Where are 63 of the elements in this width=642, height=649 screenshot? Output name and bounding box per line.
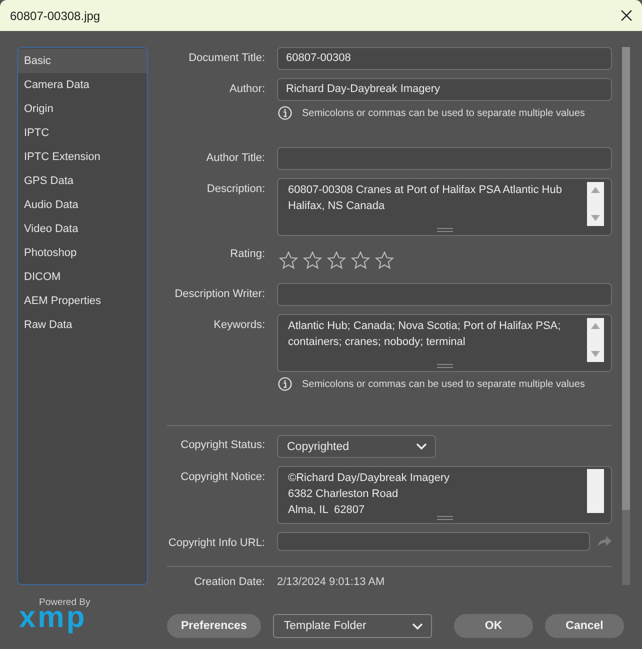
dialog-button[interactable]: Preferences bbox=[167, 614, 261, 638]
text-area[interactable]: 60807-00308 Cranes at Port of Halifax PSA Atlantic Hub Halifax, NS Canada bbox=[277, 178, 612, 236]
star-icon[interactable] bbox=[351, 251, 370, 270]
text-field[interactable] bbox=[277, 283, 612, 306]
sidebar-item[interactable]: IPTC bbox=[18, 121, 147, 145]
field-label: Author Title: bbox=[205, 151, 265, 165]
field-label: Copyright Status: bbox=[180, 438, 265, 452]
chevron-down-icon bbox=[412, 622, 423, 630]
dropdown[interactable]: Copyrighted bbox=[277, 435, 436, 458]
field-label: Author: bbox=[228, 82, 265, 96]
window-title: 60807-00308.jpg bbox=[10, 8, 100, 22]
date-value: 2/13/2024 9:01:13 AM bbox=[277, 575, 385, 589]
sidebar-item[interactable]: Video Data bbox=[18, 217, 147, 241]
sidebar-item[interactable]: GPS Data bbox=[18, 169, 147, 193]
chevron-down-icon bbox=[416, 443, 427, 450]
field-label: Description Writer: bbox=[174, 287, 265, 301]
resize-grip-icon[interactable] bbox=[436, 516, 452, 520]
up-triangle-icon[interactable] bbox=[591, 323, 600, 329]
sidebar-item[interactable]: IPTC Extension bbox=[18, 145, 147, 169]
down-triangle-icon[interactable] bbox=[591, 215, 600, 221]
resize-grip-icon[interactable] bbox=[436, 364, 452, 368]
powered-by-caption: Powered By bbox=[39, 597, 90, 609]
field-label: Copyright Info URL: bbox=[167, 536, 265, 550]
field-label: Copyright Notice: bbox=[180, 470, 265, 484]
info-icon bbox=[278, 377, 292, 391]
info-icon bbox=[278, 106, 292, 120]
scrollbar[interactable] bbox=[587, 469, 604, 513]
folder-dropdown[interactable]: Template Folder bbox=[272, 614, 432, 638]
sidebar-item[interactable]: Origin bbox=[18, 97, 147, 121]
hint-text: Semicolons or commas can be used to separate multiple values bbox=[302, 108, 585, 118]
field-label: Description: bbox=[206, 182, 265, 196]
url-field[interactable] bbox=[277, 532, 590, 551]
star-icon[interactable] bbox=[327, 251, 346, 270]
scrollbar[interactable] bbox=[587, 182, 604, 226]
field-label: Rating: bbox=[229, 247, 265, 261]
sidebar-item[interactable]: AEM Properties bbox=[18, 289, 147, 313]
xmp-logo: xmp bbox=[19, 611, 87, 635]
star-icon[interactable] bbox=[279, 251, 298, 270]
sidebar-item[interactable]: Audio Data bbox=[18, 193, 147, 217]
sidebar-item[interactable]: Basic bbox=[18, 49, 147, 73]
field-label: Keywords: bbox=[212, 318, 265, 332]
field-label: Document Title: bbox=[188, 51, 265, 65]
star-icon[interactable] bbox=[303, 251, 322, 270]
sidebar-item[interactable]: Raw Data bbox=[18, 313, 147, 337]
sidebar-item[interactable]: DICOM bbox=[18, 265, 147, 289]
text-area[interactable]: ©Richard Day/Daybreak Imagery 6382 Charleston Road Alma, IL 62807 bbox=[277, 466, 612, 524]
star-icon[interactable] bbox=[375, 251, 394, 270]
resize-grip-icon[interactable] bbox=[436, 228, 452, 232]
down-triangle-icon[interactable] bbox=[591, 351, 600, 357]
text-field[interactable] bbox=[277, 147, 612, 170]
scrollbar[interactable] bbox=[587, 318, 604, 362]
curved-arrow-icon[interactable] bbox=[597, 535, 612, 547]
sidebar-item[interactable]: Camera Data bbox=[18, 73, 147, 97]
up-triangle-icon[interactable] bbox=[591, 187, 600, 193]
close-icon[interactable] bbox=[621, 10, 632, 21]
field-label: Creation Date: bbox=[193, 575, 265, 589]
sidebar-item[interactable]: Photoshop bbox=[18, 241, 147, 265]
dialog-button[interactable]: Cancel bbox=[545, 614, 624, 638]
hint-text: Semicolons or commas can be used to separate multiple values bbox=[302, 378, 585, 390]
text-field[interactable]: Richard Day-Daybreak Imagery bbox=[277, 78, 612, 101]
dialog-button[interactable]: OK bbox=[454, 614, 533, 638]
text-area[interactable]: Atlantic Hub; Canada; Nova Scotia; Port of Halifax PSA; containers; cranes; nobody; terminal bbox=[277, 314, 612, 372]
text-field[interactable]: 60807-00308 bbox=[277, 47, 612, 70]
